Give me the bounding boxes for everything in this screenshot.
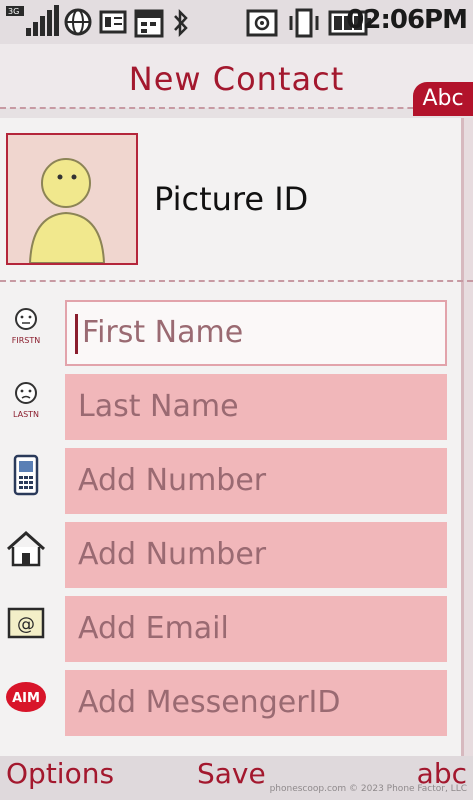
contact-picture[interactable] [6,133,138,265]
email-icon: @ [7,607,45,639]
text-cursor [75,314,78,354]
last-name-placeholder: Last Name [78,389,239,424]
mobile-phone-icon [13,454,39,496]
divider [0,107,473,109]
clock: 02:06PM [346,5,468,35]
first-name-field[interactable]: First Name [65,300,447,366]
options-softkey[interactable]: Options [6,757,114,790]
last-name-field[interactable]: Last Name [65,374,447,440]
first-name-placeholder: First Name [82,315,244,350]
home-number-field[interactable]: Add Number [65,522,447,588]
avatar-placeholder-icon [8,135,136,263]
svg-text:LASTN: LASTN [13,410,39,419]
vibrate-icon [289,8,319,38]
home-number-placeholder: Add Number [78,537,267,572]
status-bar: 3G 02:06PM [0,0,473,44]
home-icon [7,530,45,567]
messenger-id-placeholder: Add MessengerID [78,685,341,720]
svg-text:@: @ [17,614,35,635]
scrollbar[interactable] [464,118,473,756]
phone-screen: 3G 02:06PM New Contact Abc Picture ID FI… [0,0,473,800]
last-name-icon: LASTN [13,382,39,419]
calendar-icon [134,9,164,38]
email-status-icon [246,9,278,37]
watermark: phonescoop.com © 2023 Phone Factor, LLC [269,784,467,794]
save-softkey[interactable]: Save [197,757,266,790]
divider [0,280,473,282]
email-field[interactable]: Add Email [65,596,447,662]
mobile-number-placeholder: Add Number [78,463,267,498]
input-mode-badge[interactable]: Abc [413,82,473,116]
page-title: New Contact [128,60,345,98]
svg-text:FIRSTN: FIRSTN [12,336,40,345]
globe-icon [64,8,92,36]
message-icon [99,10,127,34]
svg-text:3G: 3G [8,7,19,16]
svg-text:AIM: AIM [12,691,40,706]
messenger-id-field[interactable]: Add MessengerID [65,670,447,736]
mobile-number-field[interactable]: Add Number [65,448,447,514]
aim-icon: AIM [6,682,46,712]
picture-id-label: Picture ID [154,180,309,218]
bluetooth-icon [174,8,188,38]
signal-strength-icon: 3G [6,5,59,36]
first-name-icon: FIRSTN [12,308,40,345]
email-placeholder: Add Email [78,611,229,646]
